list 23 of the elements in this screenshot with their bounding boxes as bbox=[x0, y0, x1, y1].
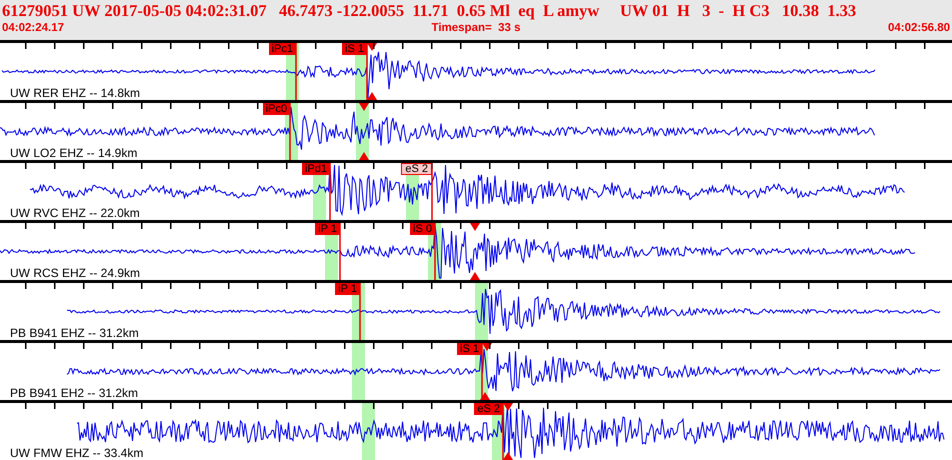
pick-line[interactable] bbox=[431, 163, 433, 220]
pick-window-band bbox=[362, 403, 375, 460]
pick-flag[interactable]: iP 1 bbox=[315, 223, 340, 235]
station-label: UW RCS EHZ -- 24.9km bbox=[10, 267, 140, 280]
pick-line[interactable] bbox=[329, 163, 331, 220]
pick-flag[interactable]: iPc1 bbox=[268, 43, 296, 55]
pick-marker-icon[interactable] bbox=[503, 452, 513, 460]
pick-flag[interactable]: eS 2 bbox=[401, 163, 432, 175]
event-summary: 61279051 UW 2017-05-05 04:02:31.07 46.7473 -122.0055 11.71 0.65 Ml eq L amyw UW 01 H 3 - H C3 10.38 1.33 bbox=[2, 0, 858, 21]
station-label: PB B941 EH2 -- 31.2km bbox=[10, 387, 138, 400]
end-time: 04:02:56.80 bbox=[888, 21, 950, 35]
station-label: UW RVC EHZ -- 22.0km bbox=[10, 207, 140, 220]
start-time: 04:02:24.17 bbox=[2, 21, 64, 35]
pick-flag[interactable]: iP 1 bbox=[335, 283, 360, 295]
pick-flag[interactable]: iPc0 bbox=[262, 103, 290, 115]
station-label: UW LO2 EHZ -- 14.9km bbox=[10, 147, 138, 160]
station-label: UW FMW EHZ -- 33.4km bbox=[10, 447, 144, 460]
pick-flag[interactable]: iPd1 bbox=[302, 163, 330, 175]
station-label: PB B941 EHZ -- 31.2km bbox=[10, 327, 139, 340]
timespan: Timespan= 33 s bbox=[432, 21, 520, 35]
station-label: UW RER EHZ -- 14.8km bbox=[10, 87, 140, 100]
pick-flag[interactable]: iS 0 bbox=[410, 223, 435, 235]
pick-window-band bbox=[352, 343, 365, 400]
